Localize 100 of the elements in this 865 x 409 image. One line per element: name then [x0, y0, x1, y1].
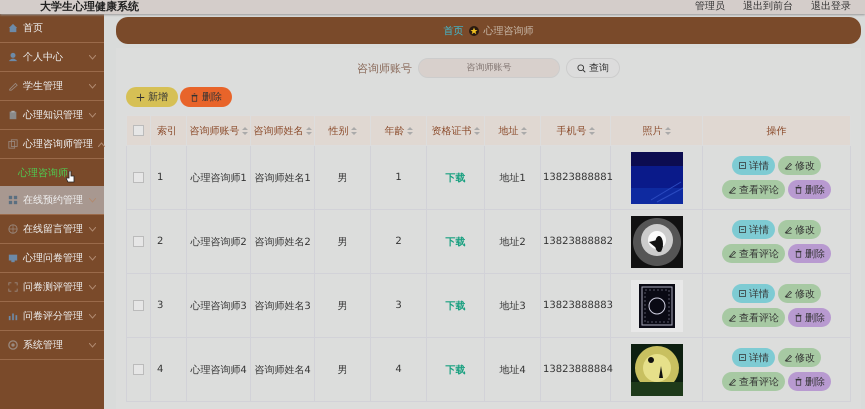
pencil-icon: [728, 377, 737, 386]
system-title: 大学生心理健康系统: [40, 0, 139, 14]
table-cell: 13823888881: [540, 146, 610, 210]
submenu-item[interactable]: 心理咨询师: [0, 159, 104, 186]
sort-icon: [242, 126, 248, 135]
edit-button[interactable]: 修改: [778, 348, 821, 367]
column-header[interactable]: 年龄: [370, 116, 426, 146]
document-icon: [738, 161, 747, 170]
table-cell: 心理咨询师2: [186, 210, 250, 274]
search-field[interactable]: 咨询师账号: [418, 58, 560, 78]
table-cell: 咨询师姓名4: [250, 338, 314, 402]
checkbox[interactable]: [133, 236, 144, 247]
menu-item[interactable]: 个人中心: [0, 43, 104, 72]
menu-item[interactable]: 首页: [0, 14, 104, 43]
trash-icon: [794, 249, 803, 258]
delete-button[interactable]: 删除: [788, 308, 831, 327]
table-cell: 咨询师姓名1: [250, 146, 314, 210]
header-link[interactable]: 退出登录: [811, 0, 851, 14]
column-header[interactable]: 性别: [314, 116, 370, 146]
menu-icon: [8, 282, 18, 292]
menu-icon: [8, 253, 18, 263]
menu-item[interactable]: 在线留言管理: [0, 215, 104, 244]
trash-icon: [794, 185, 803, 194]
column-header: 索引: [150, 116, 186, 146]
hand-cursor-icon: [66, 171, 75, 183]
menu-icon: [8, 195, 18, 205]
comments-button[interactable]: 查看评论: [722, 244, 785, 263]
edit-button[interactable]: 修改: [778, 156, 821, 175]
detail-button[interactable]: 详情: [732, 348, 775, 367]
document-icon: [738, 225, 747, 234]
chevron-down-icon: [89, 284, 96, 290]
menu-item[interactable]: 学生管理: [0, 72, 104, 101]
column-header[interactable]: 照片: [610, 116, 702, 146]
checkbox[interactable]: [133, 172, 144, 183]
checkbox[interactable]: [133, 300, 144, 311]
pencil-icon: [728, 313, 737, 322]
breadcrumb-current: 心理咨询师: [484, 24, 534, 38]
menu-item[interactable]: 问卷测评管理: [0, 273, 104, 302]
chevron-down-icon: [89, 314, 96, 318]
comments-button[interactable]: 查看评论: [722, 372, 785, 391]
table-cell: 男: [314, 274, 370, 338]
delete-button[interactable]: 删除: [788, 244, 831, 263]
table-cell: 地址2: [484, 210, 540, 274]
search-button[interactable]: 查询: [566, 58, 620, 78]
menu-icon: [8, 23, 18, 33]
breadcrumb-link[interactable]: 首页: [444, 24, 464, 38]
menu-item[interactable]: 心理知识管理: [0, 101, 104, 130]
chevron-down-icon: [89, 256, 96, 260]
pencil-icon: [784, 225, 793, 234]
chevron-down-icon: [89, 342, 96, 348]
chevron-down-icon: [89, 198, 96, 202]
table-cell: 1: [150, 146, 186, 210]
delete-button[interactable]: 删除: [180, 87, 232, 107]
menu-item[interactable]: 心理问卷管理: [0, 244, 104, 273]
pencil-icon: [784, 289, 793, 298]
delete-button[interactable]: 删除: [788, 372, 831, 391]
detail-button[interactable]: 详情: [732, 156, 775, 175]
comments-button[interactable]: 查看评论: [722, 180, 785, 199]
menu-item[interactable]: 心理咨询师管理: [0, 130, 104, 159]
search-icon: [577, 64, 586, 72]
sort-icon: [406, 126, 412, 135]
menu-icon: [8, 340, 18, 350]
star-icon: [468, 26, 478, 36]
table-cell: 地址1: [484, 146, 540, 210]
column-header[interactable]: 资格证书: [426, 116, 484, 146]
pencil-icon: [728, 185, 737, 194]
delete-button[interactable]: 删除: [788, 180, 831, 199]
search-label: 咨询师账号: [357, 60, 412, 76]
checkbox[interactable]: [133, 364, 144, 375]
sort-icon: [588, 126, 594, 135]
column-header[interactable]: 地址: [484, 116, 540, 146]
pencil-icon: [728, 249, 737, 258]
table-cell: 心理咨询师1: [186, 146, 250, 210]
table-cell: 13823888884: [540, 338, 610, 402]
column-header[interactable]: 咨询师账号: [186, 116, 250, 146]
chevron-down-icon: [89, 54, 96, 60]
checkbox[interactable]: [133, 124, 144, 136]
table-cell: 男: [314, 210, 370, 274]
table-cell: 咨询师姓名2: [250, 210, 314, 274]
edit-button[interactable]: 修改: [778, 220, 821, 239]
menu-icon: [8, 52, 18, 62]
detail-button[interactable]: 详情: [732, 284, 775, 303]
table-cell: 1: [370, 146, 426, 210]
detail-button[interactable]: 详情: [732, 220, 775, 239]
column-header[interactable]: 咨询师姓名: [250, 116, 314, 146]
header-link[interactable]: 退出到前台: [743, 0, 793, 14]
table-cell: 男: [314, 146, 370, 210]
menu-item[interactable]: 问卷评分管理: [0, 302, 104, 331]
table-cell: 3: [150, 274, 186, 338]
plus-icon: [136, 92, 145, 102]
menu-item[interactable]: 系统管理: [0, 331, 104, 360]
edit-button[interactable]: 修改: [778, 284, 821, 303]
pencil-icon: [784, 161, 793, 170]
column-header[interactable]: 手机号: [540, 116, 610, 146]
comments-button[interactable]: 查看评论: [722, 308, 785, 327]
table-cell: 心理咨询师4: [186, 338, 250, 402]
add-button[interactable]: 新增: [126, 87, 178, 107]
trash-icon: [794, 313, 803, 322]
table-cell: 4: [150, 338, 186, 402]
header-link[interactable]: 管理员: [695, 0, 725, 14]
